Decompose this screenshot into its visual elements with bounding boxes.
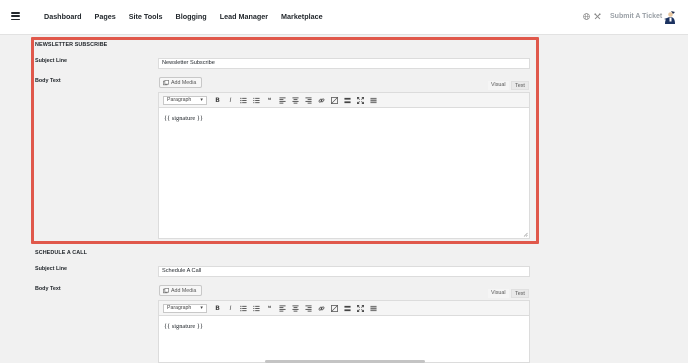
add-media-icon: [163, 287, 169, 293]
globe-icon[interactable]: [583, 13, 590, 20]
nav-lead-manager[interactable]: Lead Manager: [220, 12, 268, 21]
body-text-label: Body Text: [35, 286, 61, 292]
highlight-box: [31, 37, 539, 244]
blockquote-button[interactable]: ❝: [263, 303, 276, 313]
submit-ticket-link[interactable]: Submit A Ticket: [610, 13, 662, 20]
tab-text[interactable]: Text: [511, 289, 529, 298]
nav-dashboard[interactable]: Dashboard: [44, 12, 82, 21]
toolbar-toggle-icon[interactable]: [367, 303, 380, 313]
subject-line-input[interactable]: Schedule A Call: [158, 266, 530, 277]
format-select-value: Paragraph: [167, 305, 192, 311]
insert-link-icon[interactable]: [315, 303, 328, 313]
top-navigation-bar: Dashboard Pages Site Tools Blogging Lead…: [0, 0, 688, 35]
body-text-editor[interactable]: {{ signature }}: [158, 315, 530, 363]
nav-blogging[interactable]: Blogging: [176, 12, 207, 21]
nav-pages[interactable]: Pages: [95, 12, 116, 21]
editor-toolbar: Paragraph ▾ B I ❝: [158, 300, 530, 315]
bulleted-list-button[interactable]: [237, 303, 250, 313]
add-media-label: Add Media: [171, 287, 197, 294]
add-media-button[interactable]: Add Media: [159, 285, 202, 296]
numbered-list-button[interactable]: [250, 303, 263, 313]
tools-icon[interactable]: [594, 13, 601, 20]
align-left-button[interactable]: [276, 303, 289, 313]
editor-content: {{ signature }}: [164, 323, 203, 330]
align-center-button[interactable]: [289, 303, 302, 313]
main-nav: Dashboard Pages Site Tools Blogging Lead…: [44, 12, 323, 21]
subject-line-label: Subject Line: [35, 266, 68, 272]
bold-button[interactable]: B: [211, 303, 224, 313]
align-right-button[interactable]: [302, 303, 315, 313]
italic-button[interactable]: I: [224, 303, 237, 313]
nav-marketplace[interactable]: Marketplace: [281, 12, 323, 21]
read-more-icon[interactable]: [341, 303, 354, 313]
section-title-schedule-call: SCHEDULE A CALL: [35, 250, 88, 256]
nav-site-tools[interactable]: Site Tools: [129, 12, 163, 21]
format-select[interactable]: Paragraph ▾: [163, 303, 207, 313]
fullscreen-icon[interactable]: [354, 303, 367, 313]
tab-visual[interactable]: Visual: [488, 289, 509, 298]
hamburger-menu-icon[interactable]: [11, 12, 20, 20]
chevron-down-icon: ▾: [200, 305, 203, 311]
remove-link-icon[interactable]: [328, 303, 341, 313]
user-avatar[interactable]: [662, 10, 676, 25]
